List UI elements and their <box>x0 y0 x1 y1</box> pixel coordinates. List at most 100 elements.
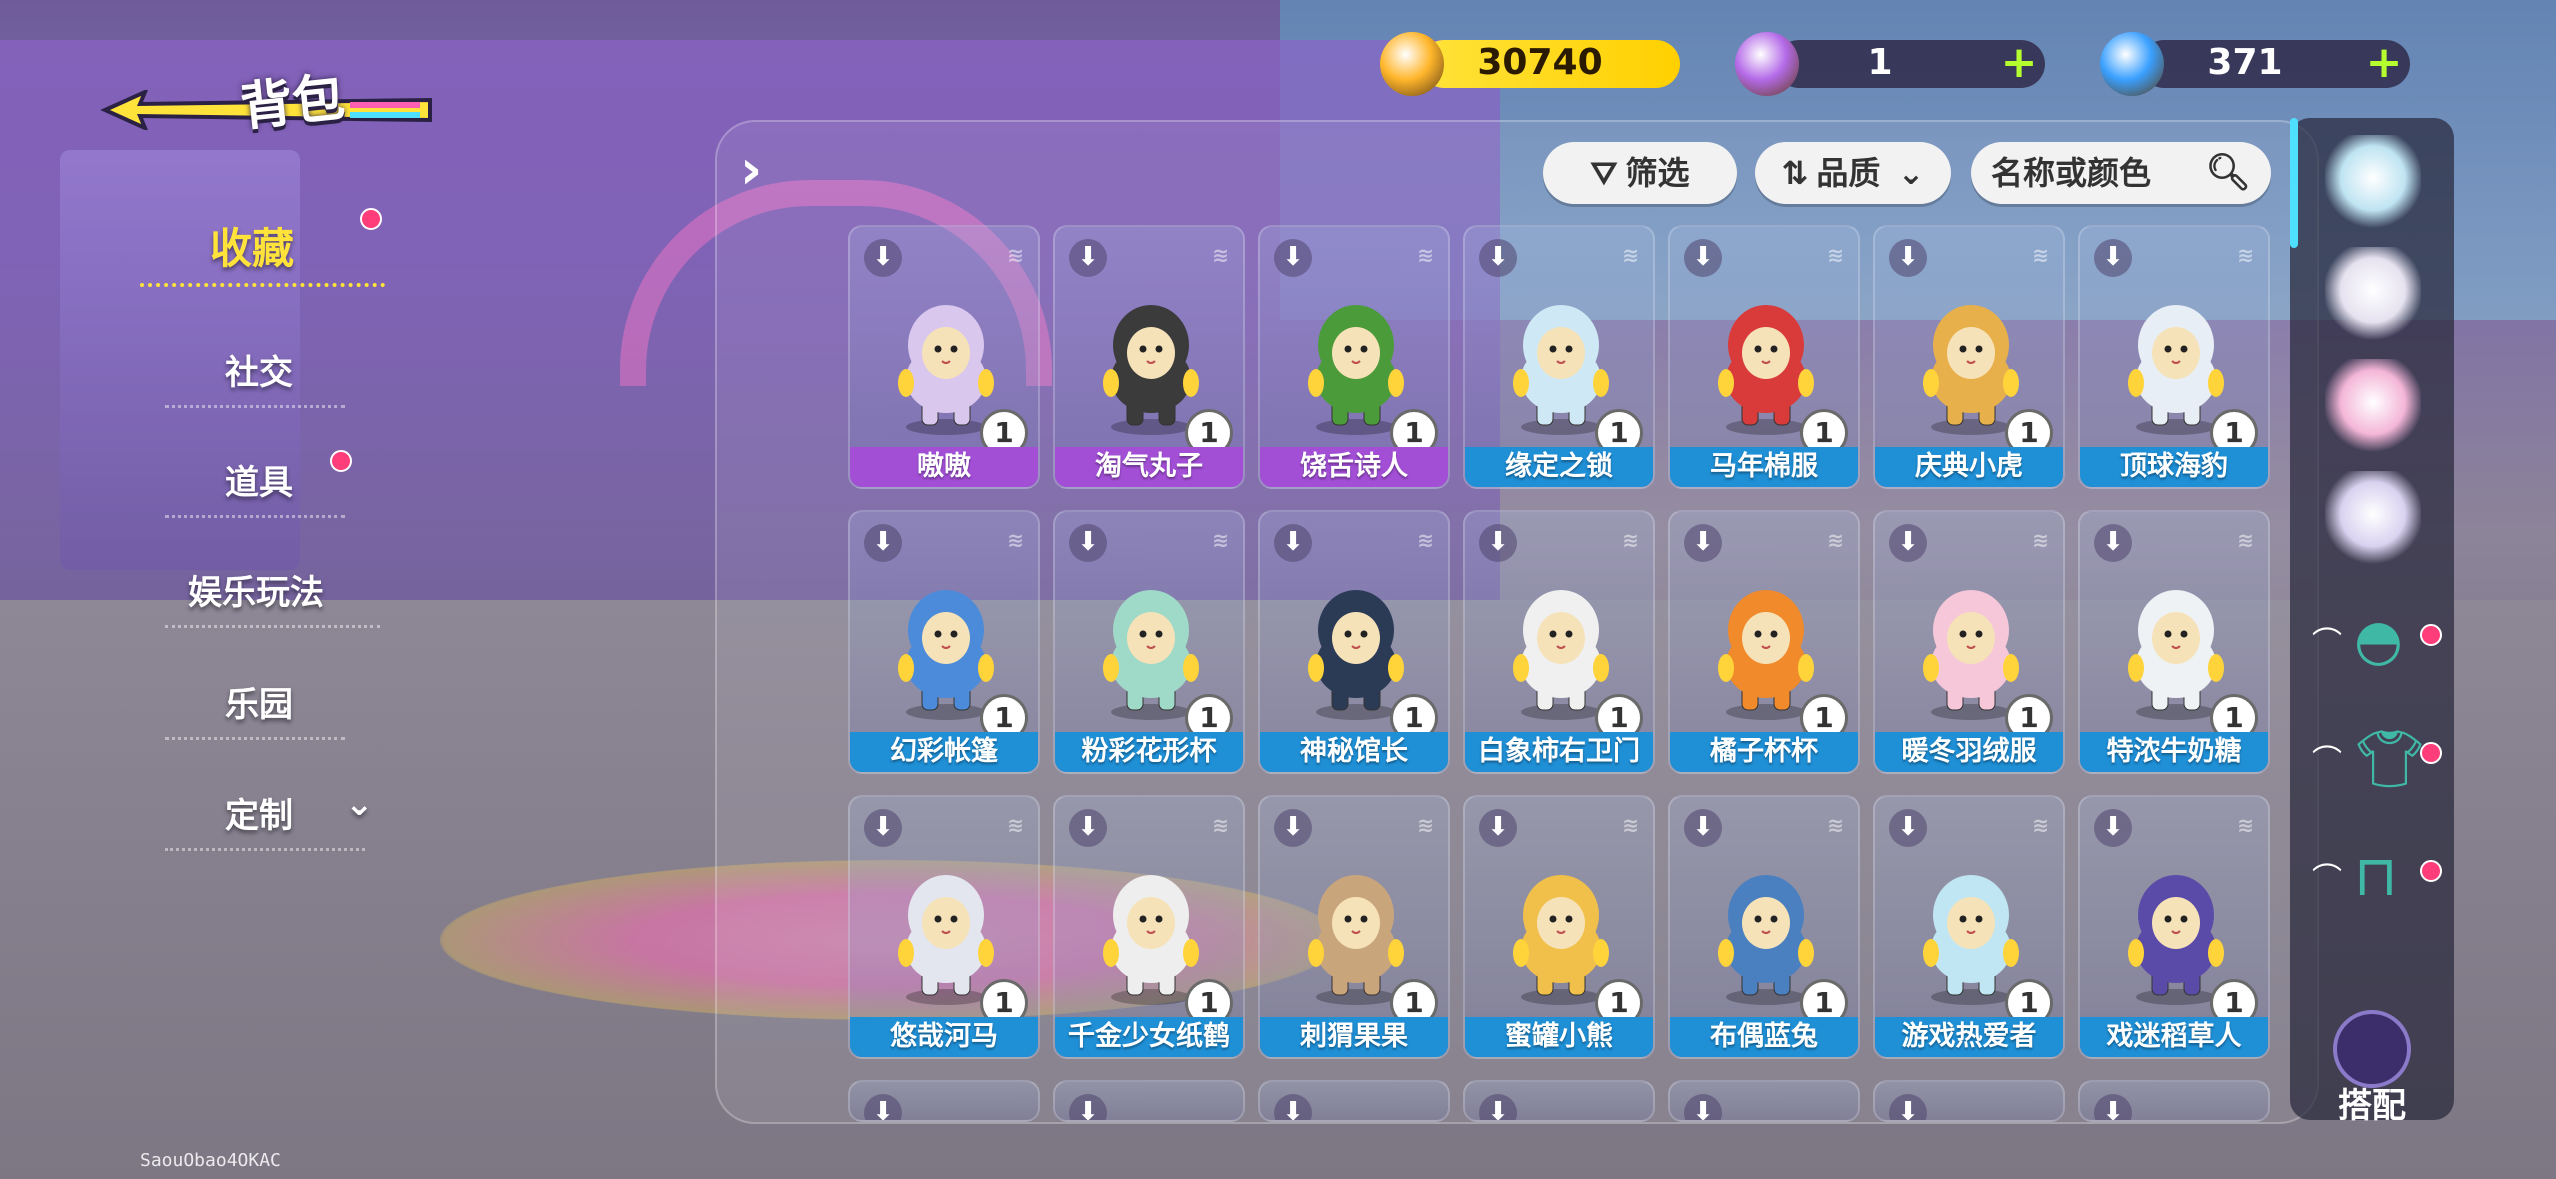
item-card[interactable]: ⬇ ≋ 1 粉彩花形杯 <box>1053 510 1245 774</box>
sidebar-divider <box>165 515 345 518</box>
brand-mark-icon: ≋ <box>1827 528 1844 552</box>
item-card[interactable]: ⬇ ≋ 1 顶球海豹 <box>2078 225 2270 489</box>
download-icon[interactable]: ⬇ <box>1684 239 1722 277</box>
brand-mark-icon: ≋ <box>1622 813 1639 837</box>
rail-category-hat[interactable]: ⌒ ◓ <box>2310 600 2430 690</box>
download-icon[interactable]: ⬇ <box>1274 809 1312 847</box>
currency-value: 30740 <box>1477 42 1603 83</box>
download-icon[interactable]: ⬇ <box>1889 524 1927 562</box>
character-figure-icon <box>1513 590 1609 720</box>
item-name: 特浓牛奶糖 <box>2080 732 2268 772</box>
download-icon[interactable]: ⬇ <box>1889 1094 1927 1120</box>
download-icon[interactable]: ⬇ <box>2094 524 2132 562</box>
download-icon[interactable]: ⬇ <box>2094 809 2132 847</box>
character-figure-icon <box>1103 875 1199 1005</box>
brand-mark-icon: ≋ <box>1212 528 1229 552</box>
item-card[interactable]: ⬇ ≋ 1 游戏热爱者 <box>1873 795 2065 1059</box>
item-card[interactable]: ⬇ ≋ 1 刺猬果果 <box>1258 795 1450 1059</box>
download-icon[interactable]: ⬇ <box>1069 1094 1107 1120</box>
download-icon[interactable]: ⬇ <box>864 239 902 277</box>
download-icon[interactable]: ⬇ <box>864 809 902 847</box>
item-card[interactable]: ⬇ ≋ 1 缘定之锁 <box>1463 225 1655 489</box>
item-card[interactable]: ⬇ ≋ 1 白象柿右卫门 <box>1463 510 1655 774</box>
expand-panel-button[interactable]: › <box>740 140 790 200</box>
item-card[interactable]: ⬇ ≋ 1 蜜罐小熊 <box>1463 795 1655 1059</box>
filter-label: 筛选 <box>1625 154 1690 192</box>
item-card[interactable]: ⬇ ≋ 1 悠哉河马 <box>848 795 1040 1059</box>
closed-eye-icon: ⌒ <box>2312 626 2342 661</box>
item-card-partial[interactable]: ⬇ <box>1258 1080 1450 1122</box>
add-currency-button[interactable]: + <box>1999 41 2039 85</box>
rail-selection-indicator <box>2290 118 2298 248</box>
character-figure-icon <box>2128 305 2224 435</box>
brand-mark-icon: ≋ <box>1827 243 1844 267</box>
sidebar-item-5[interactable]: 乐园 <box>225 677 293 726</box>
item-card-partial[interactable]: ⬇ <box>848 1080 1040 1122</box>
character-figure-icon <box>2128 590 2224 720</box>
item-card-partial[interactable]: ⬇ <box>1053 1080 1245 1122</box>
item-card[interactable]: ⬇ ≋ 1 幻彩帐篷 <box>848 510 1040 774</box>
item-card[interactable]: ⬇ ≋ 1 布偶蓝兔 <box>1668 795 1860 1059</box>
item-card[interactable]: ⬇ ≋ 1 饶舌诗人 <box>1258 225 1450 489</box>
item-card[interactable]: ⬇ ≋ 1 庆典小虎 <box>1873 225 2065 489</box>
download-icon[interactable]: ⬇ <box>864 1094 902 1120</box>
download-icon[interactable]: ⬇ <box>864 524 902 562</box>
match-button[interactable]: 搭配 <box>2322 1010 2422 1126</box>
chevron-down-icon[interactable]: ⌄ <box>345 784 374 824</box>
sidebar-divider <box>140 283 385 287</box>
notification-dot <box>330 450 352 472</box>
download-icon[interactable]: ⬇ <box>1889 239 1927 277</box>
sidebar-item-4[interactable]: 娱乐玩法 <box>188 565 324 614</box>
item-card[interactable]: ⬇ ≋ 1 千金少女纸鹤 <box>1053 795 1245 1059</box>
item-name: 神秘馆长 <box>1260 732 1448 772</box>
outfit-set-icon-4[interactable] <box>2325 471 2421 567</box>
rail-category-shirt[interactable]: ⌒ 👕︎ <box>2310 718 2430 808</box>
item-card[interactable]: ⬇ ≋ 1 神秘馆长 <box>1258 510 1450 774</box>
download-icon[interactable]: ⬇ <box>1684 1094 1722 1120</box>
item-card-partial[interactable]: ⬇ <box>1873 1080 2065 1122</box>
outfit-set-icon-2[interactable] <box>2325 247 2421 343</box>
download-icon[interactable]: ⬇ <box>1684 809 1722 847</box>
item-card[interactable]: ⬇ ≋ 1 特浓牛奶糖 <box>2078 510 2270 774</box>
download-icon[interactable]: ⬇ <box>1069 524 1107 562</box>
sidebar-item-6[interactable]: 定制 <box>225 788 293 837</box>
item-name: 悠哉河马 <box>850 1017 1038 1057</box>
download-icon[interactable]: ⬇ <box>1889 809 1927 847</box>
item-card[interactable]: ⬇ ≋ 1 淘气丸子 <box>1053 225 1245 489</box>
download-icon[interactable]: ⬇ <box>1479 239 1517 277</box>
search-placeholder: 名称或颜色 <box>1991 154 2152 192</box>
item-card-partial[interactable]: ⬇ <box>1463 1080 1655 1122</box>
outfit-set-icon-3[interactable] <box>2325 359 2421 455</box>
sort-quality-dropdown[interactable]: ⇅ 品质 ⌄ <box>1755 142 1951 204</box>
item-card[interactable]: ⬇ ≋ 1 暖冬羽绒服 <box>1873 510 2065 774</box>
add-currency-button[interactable]: + <box>2364 41 2404 85</box>
download-icon[interactable]: ⬇ <box>1684 524 1722 562</box>
sidebar-item-3[interactable]: 道具 <box>225 455 293 504</box>
download-icon[interactable]: ⬇ <box>1069 809 1107 847</box>
item-card[interactable]: ⬇ ≋ 1 嗷嗷 <box>848 225 1040 489</box>
item-card[interactable]: ⬇ ≋ 1 戏迷稻草人 <box>2078 795 2270 1059</box>
download-icon[interactable]: ⬇ <box>1274 239 1312 277</box>
download-icon[interactable]: ⬇ <box>1069 239 1107 277</box>
download-icon[interactable]: ⬇ <box>1274 1094 1312 1120</box>
download-icon[interactable]: ⬇ <box>2094 1094 2132 1120</box>
item-card[interactable]: ⬇ ≋ 1 马年棉服 <box>1668 225 1860 489</box>
item-card[interactable]: ⬇ ≋ 1 橘子杯杯 <box>1668 510 1860 774</box>
download-icon[interactable]: ⬇ <box>1479 524 1517 562</box>
item-card-partial[interactable]: ⬇ <box>1668 1080 1860 1122</box>
sidebar-item-2[interactable]: 社交 <box>225 345 293 394</box>
download-icon[interactable]: ⬇ <box>1479 809 1517 847</box>
search-input[interactable]: 名称或颜色 🔍︎ <box>1971 142 2271 204</box>
back-button[interactable]: 背包 <box>100 60 460 150</box>
search-icon[interactable]: 🔍︎ <box>2205 142 2251 204</box>
character-figure-icon <box>1923 875 2019 1005</box>
filter-button[interactable]: ⛛ 筛选 <box>1543 142 1737 204</box>
character-figure-icon <box>1923 305 2019 435</box>
download-icon[interactable]: ⬇ <box>1479 1094 1517 1120</box>
download-icon[interactable]: ⬇ <box>1274 524 1312 562</box>
outfit-set-icon-1[interactable] <box>2325 135 2421 231</box>
download-icon[interactable]: ⬇ <box>2094 239 2132 277</box>
rail-category-pants[interactable]: ⌒ ⊓ <box>2310 836 2430 926</box>
sidebar-item-1[interactable]: 收藏 <box>210 215 294 276</box>
item-card-partial[interactable]: ⬇ <box>2078 1080 2270 1122</box>
